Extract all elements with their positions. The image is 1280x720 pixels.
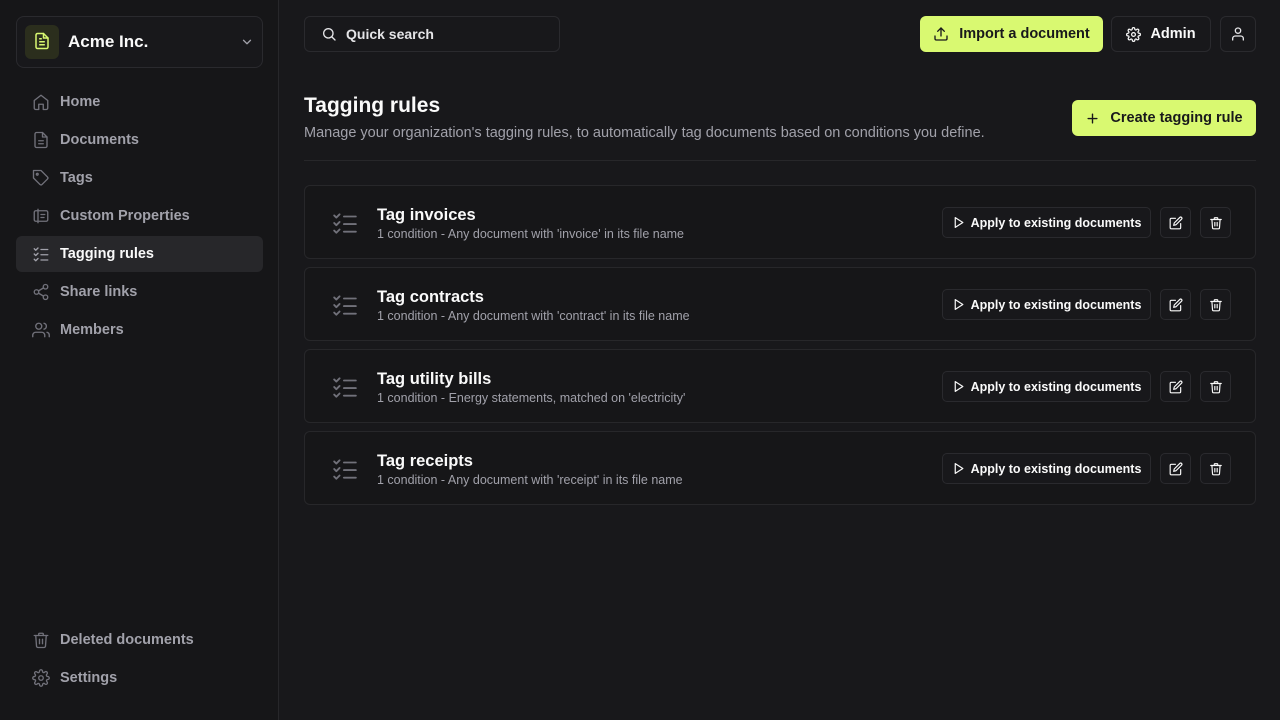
trash-icon <box>1209 298 1223 312</box>
sidebar: Acme Inc. Home Documents Tags Custom Pro… <box>0 0 279 720</box>
sidebar-item-label: Tagging rules <box>60 246 154 262</box>
edit-icon <box>1169 380 1183 394</box>
sidebar-item-custom-properties[interactable]: Custom Properties <box>16 198 263 234</box>
list-check-icon <box>32 245 50 263</box>
sidebar-item-label: Deleted documents <box>60 632 194 648</box>
apply-rule-label: Apply to existing documents <box>970 461 1142 476</box>
apply-rule-label: Apply to existing documents <box>970 379 1142 394</box>
apply-rule-label: Apply to existing documents <box>970 297 1142 312</box>
sidebar-item-settings[interactable]: Settings <box>16 660 263 696</box>
page-title: Tagging rules <box>304 94 441 117</box>
org-logo <box>25 25 59 59</box>
admin-label: Admin <box>1150 26 1196 42</box>
org-name: Acme Inc. <box>68 32 149 51</box>
sidebar-item-members[interactable]: Members <box>16 312 263 348</box>
delete-rule-button[interactable] <box>1200 289 1231 320</box>
play-icon <box>952 216 965 229</box>
user-menu-button[interactable] <box>1220 16 1256 52</box>
tagging-rules-list: Tag invoices 1 condition - Any document … <box>304 185 1256 513</box>
sidebar-item-tags[interactable]: Tags <box>16 160 263 196</box>
apply-rule-button[interactable]: Apply to existing documents <box>942 207 1151 238</box>
sidebar-item-label: Home <box>60 94 101 110</box>
admin-button[interactable]: Admin <box>1111 16 1211 52</box>
sidebar-nav: Home Documents Tags Custom Properties Ta… <box>16 84 263 350</box>
list-item: Tag receipts 1 condition - Any document … <box>304 431 1256 505</box>
delete-rule-button[interactable] <box>1200 207 1231 238</box>
page-description: Manage your organization's tagging rules… <box>304 125 985 141</box>
list-item: Tag invoices 1 condition - Any document … <box>304 185 1256 259</box>
create-tagging-rule-button[interactable]: Create tagging rule <box>1072 100 1256 136</box>
edit-icon <box>1169 462 1183 476</box>
sidebar-item-share-links[interactable]: Share links <box>16 274 263 310</box>
edit-rule-button[interactable] <box>1160 371 1191 402</box>
list-item: Tag contracts 1 condition - Any document… <box>304 267 1256 341</box>
home-icon <box>32 93 50 111</box>
sidebar-item-label: Settings <box>60 670 118 686</box>
rule-name: Tag utility bills <box>377 370 492 388</box>
sidebar-item-tagging-rules[interactable]: Tagging rules <box>16 236 263 272</box>
plus-icon <box>1085 111 1100 126</box>
org-switcher[interactable]: Acme Inc. <box>16 16 263 68</box>
sidebar-item-label: Tags <box>60 170 93 186</box>
create-tagging-rule-label: Create tagging rule <box>1110 110 1243 126</box>
rule-name: Tag contracts <box>377 288 484 306</box>
list-check-icon <box>332 292 358 318</box>
users-icon <box>32 321 50 339</box>
edit-rule-button[interactable] <box>1160 289 1191 320</box>
apply-rule-button[interactable]: Apply to existing documents <box>942 453 1151 484</box>
apply-rule-button[interactable]: Apply to existing documents <box>942 371 1151 402</box>
sidebar-item-home[interactable]: Home <box>16 84 263 120</box>
sidebar-item-label: Members <box>60 322 124 338</box>
edit-icon <box>1169 298 1183 312</box>
sidebar-bottom-nav: Deleted documents Settings <box>16 622 263 698</box>
rule-description: 1 condition - Any document with 'receipt… <box>377 473 683 487</box>
upload-icon <box>933 26 949 42</box>
list-check-icon <box>332 210 358 236</box>
header-divider <box>304 160 1256 161</box>
delete-rule-button[interactable] <box>1200 453 1231 484</box>
edit-rule-button[interactable] <box>1160 453 1191 484</box>
rule-description: 1 condition - Energy statements, matched… <box>377 391 686 405</box>
sidebar-item-label: Documents <box>60 132 139 148</box>
search-label: Quick search <box>346 26 434 42</box>
apply-rule-label: Apply to existing documents <box>970 215 1142 230</box>
chevron-down-icon <box>240 35 254 49</box>
user-icon <box>1230 26 1246 42</box>
search-input[interactable]: Quick search <box>304 16 560 52</box>
rule-description: 1 condition - Any document with 'contrac… <box>377 309 690 323</box>
sidebar-item-deleted-documents[interactable]: Deleted documents <box>16 622 263 658</box>
list-check-icon <box>332 456 358 482</box>
sidebar-item-label: Share links <box>60 284 138 300</box>
share-icon <box>32 283 50 301</box>
file-icon <box>32 131 50 149</box>
import-document-button[interactable]: Import a document <box>920 16 1103 52</box>
list-check-icon <box>332 374 358 400</box>
rule-name: Tag receipts <box>377 452 473 470</box>
play-icon <box>952 380 965 393</box>
trash-icon <box>1209 380 1223 394</box>
gear-icon <box>32 669 50 687</box>
list-item: Tag utility bills 1 condition - Energy s… <box>304 349 1256 423</box>
sidebar-item-label: Custom Properties <box>60 208 190 224</box>
rule-name: Tag invoices <box>377 206 476 224</box>
properties-icon <box>32 207 50 225</box>
file-text-icon <box>33 32 51 53</box>
sidebar-item-documents[interactable]: Documents <box>16 122 263 158</box>
play-icon <box>952 298 965 311</box>
tag-icon <box>32 169 50 187</box>
delete-rule-button[interactable] <box>1200 371 1231 402</box>
gear-icon <box>1126 26 1142 42</box>
play-icon <box>952 462 965 475</box>
trash-icon <box>1209 462 1223 476</box>
rule-description: 1 condition - Any document with 'invoice… <box>377 227 685 241</box>
apply-rule-button[interactable]: Apply to existing documents <box>942 289 1151 320</box>
trash-icon <box>1209 216 1223 230</box>
import-document-label: Import a document <box>959 26 1090 42</box>
edit-icon <box>1169 216 1183 230</box>
trash-icon <box>32 631 50 649</box>
search-icon <box>321 26 337 42</box>
edit-rule-button[interactable] <box>1160 207 1191 238</box>
